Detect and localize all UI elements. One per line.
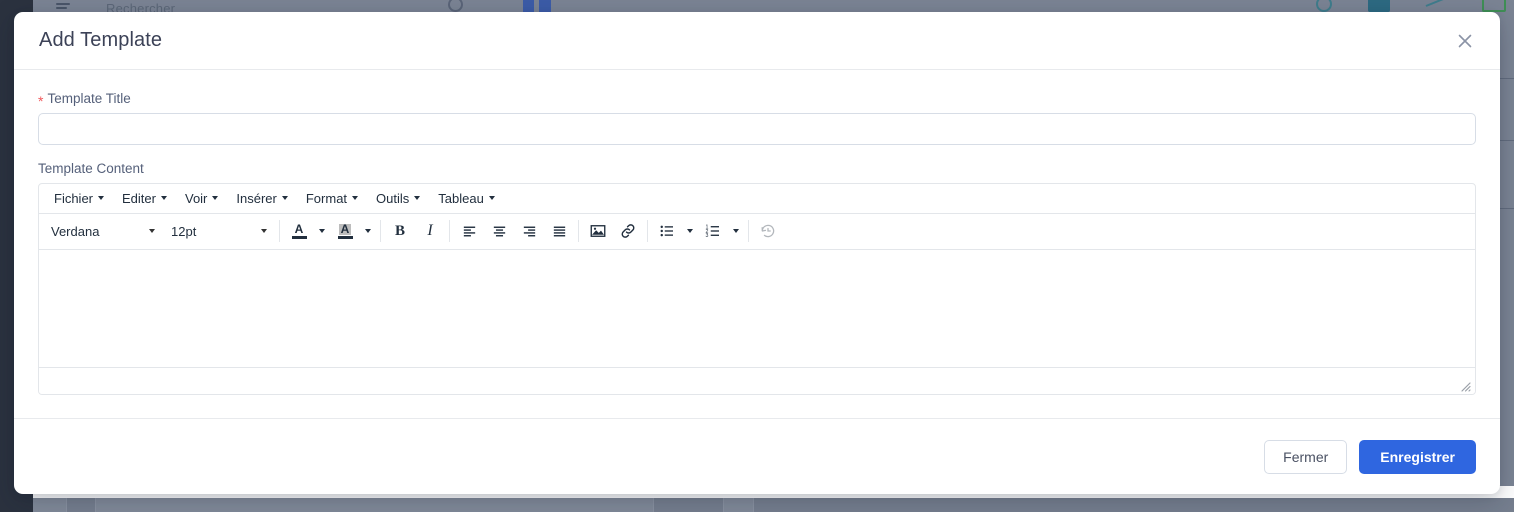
chevron-down-icon	[365, 229, 371, 233]
editor-toolbar: Verdana 12pt A A B I 1 2 3	[39, 214, 1475, 250]
toolbar-divider	[279, 220, 280, 242]
template-title-label-text: Template Title	[47, 91, 131, 107]
template-content-label: Template Content	[38, 162, 1476, 176]
chevron-down-icon	[160, 196, 167, 200]
menu-outils-label: Outils	[376, 190, 410, 206]
chevron-down-icon	[733, 229, 739, 233]
menu-voir[interactable]: Voir	[177, 189, 226, 208]
numbered-list-icon[interactable]: 1 2 3	[699, 218, 727, 244]
italic-icon[interactable]: I	[416, 218, 444, 244]
menu-editer[interactable]: Editer	[114, 189, 175, 208]
bullet-list-icon[interactable]	[653, 218, 681, 244]
modal-header: Add Template	[14, 12, 1500, 70]
toolbar-divider	[647, 220, 648, 242]
menu-fichier[interactable]: Fichier	[46, 189, 112, 208]
topbar-icon-group	[1316, 0, 1506, 12]
toolbar-divider	[449, 220, 450, 242]
chart-line-icon[interactable]	[1426, 0, 1446, 12]
editor-statusbar	[39, 367, 1475, 394]
menu-tableau[interactable]: Tableau	[430, 189, 503, 208]
chevron-down-icon	[488, 196, 495, 200]
menu-tableau-label: Tableau	[438, 190, 484, 206]
insert-image-icon[interactable]	[584, 218, 612, 244]
template-content-label-text: Template Content	[38, 161, 144, 176]
add-template-modal: Add Template * Template Title Template C…	[14, 12, 1500, 494]
font-size-select[interactable]: 12pt	[164, 218, 274, 244]
chevron-down-icon	[149, 229, 155, 233]
background-color-swatch	[337, 235, 353, 239]
close-icon[interactable]	[1452, 28, 1478, 54]
editor-menubar: Fichier Editer Voir Insérer Format Outil…	[39, 184, 1475, 214]
menu-format-label: Format	[305, 190, 348, 206]
chevron-down-icon	[98, 196, 105, 200]
numbered-list-dropdown[interactable]	[728, 218, 744, 244]
template-title-input[interactable]	[38, 113, 1476, 145]
bold-icon[interactable]: B	[386, 218, 414, 244]
bullet-list-dropdown[interactable]	[682, 218, 698, 244]
chevron-down-icon	[212, 196, 219, 200]
align-justify-icon[interactable]	[545, 218, 573, 244]
page-title: Add Template	[39, 29, 163, 51]
bold-glyph: B	[394, 222, 405, 239]
background-color-glyph: A	[338, 221, 352, 236]
rich-text-editor: Fichier Editer Voir Insérer Format Outil…	[38, 182, 1476, 395]
chevron-down-icon	[352, 196, 359, 200]
history-clock-icon[interactable]	[1316, 0, 1332, 12]
chevron-down-icon	[414, 196, 421, 200]
text-color-glyph: A	[294, 221, 304, 236]
toolbar-divider	[748, 220, 749, 242]
text-color-swatch	[291, 235, 307, 239]
chevron-down-icon	[319, 229, 325, 233]
menu-fichier-label: Fichier	[54, 190, 94, 206]
editor-content-area[interactable]	[39, 249, 1475, 368]
search-icon[interactable]	[448, 0, 463, 12]
menu-inserer[interactable]: Insérer	[228, 189, 295, 208]
background-color-icon[interactable]: A	[331, 218, 359, 244]
background-color-dropdown[interactable]	[360, 218, 376, 244]
chevron-down-icon	[687, 229, 693, 233]
align-center-icon[interactable]	[485, 218, 513, 244]
menu-editer-label: Editer	[122, 190, 156, 206]
italic-glyph: I	[427, 222, 433, 239]
toolbar-divider	[578, 220, 579, 242]
required-marker: *	[38, 93, 44, 109]
close-button[interactable]: Fermer	[1264, 439, 1348, 474]
menu-inserer-label: Insérer	[236, 190, 277, 206]
data-table-header	[33, 498, 1514, 512]
modal-body: * Template Title Template Content Fichie…	[14, 70, 1500, 410]
chevron-down-icon	[281, 196, 288, 200]
editor-resize-handle[interactable]	[1459, 379, 1471, 392]
menu-voir-label: Voir	[184, 190, 208, 206]
chevron-down-icon	[261, 229, 267, 233]
font-size-value: 12pt	[171, 223, 197, 239]
monitor-chart-icon[interactable]	[1482, 0, 1506, 12]
align-left-icon[interactable]	[455, 218, 483, 244]
restore-draft-icon[interactable]	[754, 218, 782, 244]
svg-text:3: 3	[706, 233, 709, 239]
font-family-value: Verdana	[51, 223, 100, 239]
insert-link-icon[interactable]	[614, 218, 642, 244]
align-right-icon[interactable]	[515, 218, 543, 244]
text-color-icon[interactable]: A	[285, 218, 313, 244]
modal-footer: Fermer Enregistrer	[14, 418, 1500, 494]
template-title-label: * Template Title	[38, 91, 1476, 109]
font-family-select[interactable]: Verdana	[44, 218, 162, 244]
id-card-icon[interactable]	[1368, 0, 1390, 12]
toolbar-divider	[380, 220, 381, 242]
save-button[interactable]: Enregistrer	[1359, 439, 1476, 474]
menu-format[interactable]: Format	[298, 189, 366, 208]
menu-outils[interactable]: Outils	[368, 189, 428, 208]
text-color-dropdown[interactable]	[314, 218, 330, 244]
